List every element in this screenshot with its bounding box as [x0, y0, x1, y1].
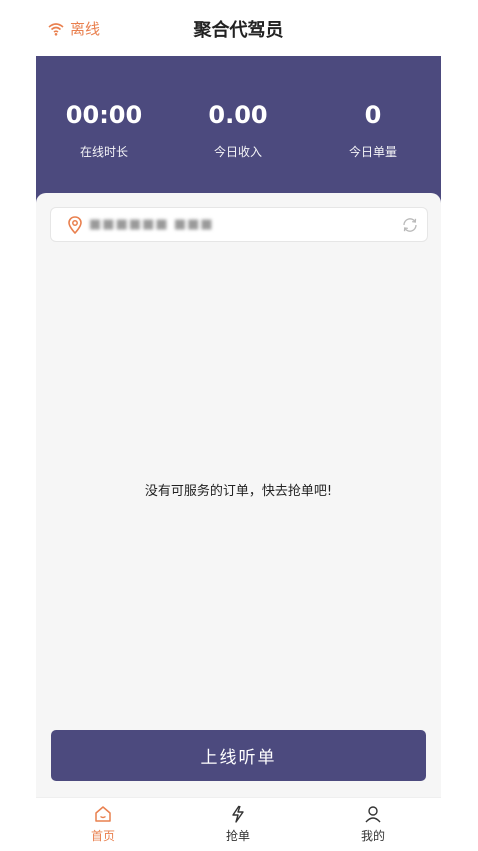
location-text: ■■■■■■ ■■■	[89, 217, 214, 232]
home-icon	[95, 806, 111, 822]
bottom-tab-bar: 首页 抢单 我的	[36, 797, 441, 851]
stat-order-count: 0 今日单量	[313, 100, 433, 160]
stat-label: 在线时长	[79, 145, 128, 159]
stat-value: 0	[364, 101, 382, 129]
stat-online-time: 00:00 在线时长	[44, 100, 164, 160]
location-pin-icon	[68, 215, 82, 234]
user-icon	[365, 806, 381, 823]
tab-label: 我的	[360, 829, 385, 843]
location-bar[interactable]: ■■■■■■ ■■■	[50, 207, 428, 242]
tab-profile[interactable]: 我的	[323, 802, 423, 844]
stat-label: 今日单量	[348, 145, 397, 159]
stat-value: 00:00	[65, 101, 143, 129]
page-title: 聚合代驾员	[193, 20, 284, 41]
tab-label: 首页	[90, 829, 115, 843]
stat-value: 0.00	[208, 101, 268, 129]
stat-income: 0.00 今日收入	[178, 100, 298, 160]
refresh-icon[interactable]	[401, 216, 419, 234]
stat-label: 今日收入	[213, 145, 262, 159]
tab-grab-orders[interactable]: 抢单	[188, 802, 288, 844]
empty-orders-message: 没有可服务的订单，快去抢单吧!	[144, 484, 333, 499]
tab-label: 抢单	[225, 829, 250, 843]
tab-home[interactable]: 首页	[53, 802, 153, 844]
main-content: ■■■■■■ ■■■ 没有可服务的订单，快去抢单吧!	[36, 193, 441, 797]
top-bar: 离线 聚合代驾员	[36, 0, 441, 56]
lightning-icon	[232, 805, 244, 823]
app-screen: 离线 聚合代驾员 00:00 在线时长 0.00 今日收入 0 今日单量 ■■■…	[36, 0, 441, 851]
stats-panel: 00:00 在线时长 0.00 今日收入 0 今日单量	[36, 56, 441, 206]
go-online-button[interactable]: 上线听单	[51, 730, 426, 781]
